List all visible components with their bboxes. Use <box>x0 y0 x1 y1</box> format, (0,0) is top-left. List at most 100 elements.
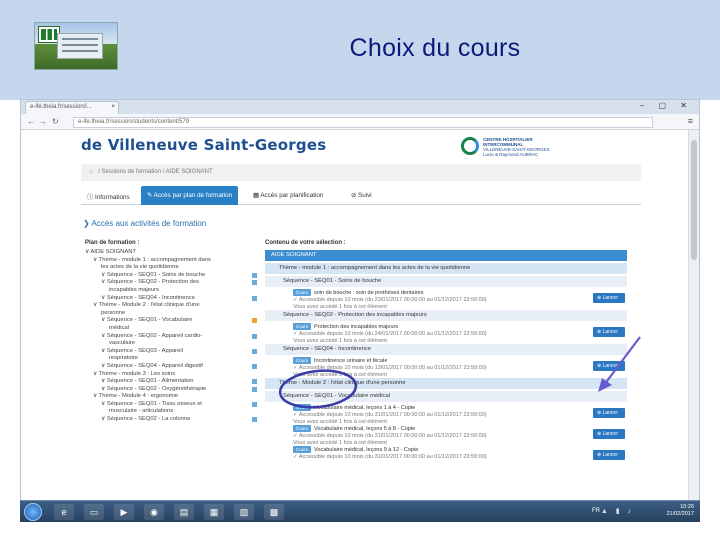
tray-icons[interactable]: ▲ ▮ ♪ <box>601 507 634 515</box>
taskbar-app-icon[interactable]: ▤ <box>174 504 194 520</box>
course-availability: ✓ Accessible depuis 10 mois (du 31/01/20… <box>293 454 487 460</box>
tree-item[interactable]: les actes de la vie quotidienne <box>85 264 257 272</box>
launch-button[interactable]: ⊕ Lancer <box>593 293 625 303</box>
chi-logo-mark-icon <box>461 137 479 155</box>
course-access-count: Vous avez accédé 1 fois à cet élément <box>293 337 387 344</box>
tree-item[interactable]: respiratoire <box>85 355 257 363</box>
tree-item-label: ∨ Séquence - SEQ01 - Soins de bouche <box>101 271 206 278</box>
module-header: Thème - module 1 : accompagnement dans l… <box>265 263 627 274</box>
close-tab-icon[interactable]: × <box>111 104 115 110</box>
tree-item[interactable]: ∨ Séquence - SEQ01 - Alimentation <box>85 378 257 386</box>
back-icon[interactable]: ← <box>27 117 35 126</box>
breadcrumb-text[interactable]: / Sessions de formation / AIDE SOIGNANT <box>98 169 212 175</box>
tab-plan-de-formation[interactable]: ✎ Accès par plan de formation <box>141 186 239 205</box>
course-access-count: Vous avez accédé 1 fois à cet élément <box>293 303 387 310</box>
status-marker-icon <box>252 401 257 407</box>
course-title[interactable]: Incontinence urinaire et fécale <box>314 358 387 364</box>
tree-item[interactable]: ∨ Thème - module 1 : accompagnement dans <box>85 257 257 265</box>
tree-list: ∨ AIDE SOIGNANT ∨ Thème - module 1 : acco… <box>85 249 257 424</box>
taskbar-app-icon[interactable]: ▭ <box>84 504 104 520</box>
tree-item[interactable]: ∨ Séquence - SEQ01 - Vocabulaire <box>85 317 257 325</box>
start-button[interactable] <box>24 503 42 521</box>
address-bar: ← → ↻ e-ife.theia.fr/session/students/co… <box>21 114 699 130</box>
home-icon[interactable]: ⌂ <box>89 169 93 175</box>
status-marker-icon <box>252 363 257 369</box>
course-title[interactable]: Protection des incapables majeurs <box>314 324 398 330</box>
reload-icon[interactable]: ↻ <box>52 117 59 126</box>
breadcrumb: ⌂ / Sessions de formation / AIDE SOIGNAN… <box>81 164 641 181</box>
tree-item[interactable]: ∨ AIDE SOIGNANT <box>85 249 257 257</box>
course-item: Cours Vocabulaire médical, leçons 5 à 8 -… <box>265 425 627 446</box>
tree-item-label: ∨ AIDE SOIGNANT <box>85 249 136 255</box>
forward-icon[interactable]: → <box>39 117 47 126</box>
language-indicator[interactable]: FR <box>592 508 600 514</box>
menu-icon[interactable]: ≡ <box>688 116 693 126</box>
tree-item-label: médical <box>109 324 129 331</box>
course-item: Cours Vocabulaire médical, leçons 1 à 4 -… <box>265 404 627 425</box>
launch-button[interactable]: ⊕ Lancer <box>593 450 625 460</box>
tree-item-label: musculaire - articulations <box>109 408 174 415</box>
tree-item[interactable]: ∨ Thème - Module 4 : ergonomie <box>85 393 257 401</box>
course-title[interactable]: Vocabulaire médical, leçons 1 à 4 - Copi… <box>314 405 415 411</box>
tree-item[interactable]: ∨ Séquence - SEQ02 - Oxygénothérapie <box>85 386 257 394</box>
tree-item[interactable]: ∨ Séquence - SEQ02 - La colonne <box>85 416 257 424</box>
course-title[interactable]: Vocabulaire médical, leçons 5 à 8 - Copi… <box>314 426 415 432</box>
chi-logo-line: Lucie & Raymond AUBRAC <box>483 152 539 157</box>
tab-planification[interactable]: ▦ Accès par planification <box>247 186 329 205</box>
tree-item-label: incapables majeurs <box>109 286 159 293</box>
web-page: de Villeneuve Saint-Georges CENTRE HOSPI… <box>21 130 689 521</box>
course-item: Cours Protection des incapables majeurs ✓ … <box>265 323 627 344</box>
tree-item[interactable]: ∨ Séquence - SEQ02 - Appareil cardio- <box>85 333 257 341</box>
selection-content: Contenu de votre sélection : AIDE SOIGNA… <box>265 240 627 467</box>
tab-informations[interactable]: ⓘ Informations <box>81 186 136 205</box>
tree-item[interactable]: ∨ Séquence - SEQ01 - Tissu osseux et <box>85 401 257 409</box>
window-controls[interactable]: – ▢ ✕ <box>640 101 693 110</box>
access-title: ❯ Accès aux activités de formation <box>83 219 207 228</box>
scrollbar-thumb[interactable] <box>691 140 697 260</box>
tree-item[interactable]: médical <box>85 325 257 333</box>
taskbar-app-icon[interactable]: ▧ <box>234 504 254 520</box>
tree-item-label: ∨ Séquence - SEQ04 - Appareil digestif <box>101 362 203 369</box>
slide-header: Choix du cours <box>0 0 720 100</box>
taskbar-app-icon[interactable]: ▦ <box>204 504 224 520</box>
tree-item[interactable]: vasculaire <box>85 340 257 348</box>
clock[interactable]: 10:26 21/02/2017 <box>666 504 694 518</box>
browser-tab[interactable]: e-ife.theia.fr/session/i... × <box>25 101 119 114</box>
course-title[interactable]: soin de bouche : soin de prothèses denta… <box>314 290 423 296</box>
launch-button[interactable]: ⊕ Lancer <box>593 429 625 439</box>
scrollbar[interactable] <box>688 130 699 521</box>
clock-date: 21/02/2017 <box>666 511 694 517</box>
selection-title: Contenu de votre sélection : <box>265 240 346 246</box>
selection-header: AIDE SOIGNANT <box>265 250 627 261</box>
course-badge: Cours <box>293 289 312 296</box>
training-plan-title: Plan de formation : <box>85 240 140 246</box>
tree-item[interactable]: ∨ Séquence - SEQ02 - Protection des <box>85 279 257 287</box>
tree-item[interactable]: incapables majeurs <box>85 287 257 295</box>
launch-button[interactable]: ⊕ Lancer <box>593 408 625 418</box>
tree-item[interactable]: ∨ Séquence - SEQ04 - Incontinence <box>85 295 257 303</box>
tree-item[interactable]: ∨ Séquence - SEQ01 - Soins de bouche <box>85 272 257 280</box>
tree-item[interactable]: ∨ Séquence - SEQ04 - Appareil digestif <box>85 363 257 371</box>
taskbar-app-icon[interactable]: ◉ <box>144 504 164 520</box>
tree-item[interactable]: ∨ Thème - Module 2 : l'état clinique d'u… <box>85 302 257 310</box>
course-badge: Cours <box>293 425 312 432</box>
tree-item-label: les actes de la vie quotidienne <box>101 264 179 271</box>
tab-suivi[interactable]: ⊘ Suivi <box>345 186 378 205</box>
tree-item[interactable]: ∨ Séquence - SEQ03 - Appareil <box>85 348 257 356</box>
taskbar-app-icon[interactable]: ▶ <box>114 504 134 520</box>
launch-button[interactable]: ⊕ Lancer <box>593 361 625 371</box>
launch-button[interactable]: ⊕ Lancer <box>593 327 625 337</box>
tree-item-label: ∨ Séquence - SEQ03 - Appareil <box>101 347 183 354</box>
status-marker-icon <box>252 272 257 278</box>
site-title: de Villeneuve Saint-Georges <box>81 136 327 154</box>
tree-item[interactable]: musculaire - articulations <box>85 408 257 416</box>
taskbar-app-icon[interactable]: ▩ <box>264 504 284 520</box>
course-title[interactable]: Vocabulaire médical, leçons 9 à 12 - Cop… <box>314 447 418 453</box>
tree-item[interactable]: ∨ Thème - module 3 : Les soins <box>85 371 257 379</box>
taskbar-app-icon[interactable]: e <box>54 504 74 520</box>
status-marker-icon <box>252 348 257 354</box>
tree-item-label: ∨ Séquence - SEQ01 - Tissu osseux et <box>101 400 202 407</box>
course-badge: Cours <box>293 446 312 453</box>
tree-item[interactable]: personne <box>85 310 257 318</box>
url-input[interactable]: e-ife.theia.fr/session/students/content/… <box>73 117 653 128</box>
